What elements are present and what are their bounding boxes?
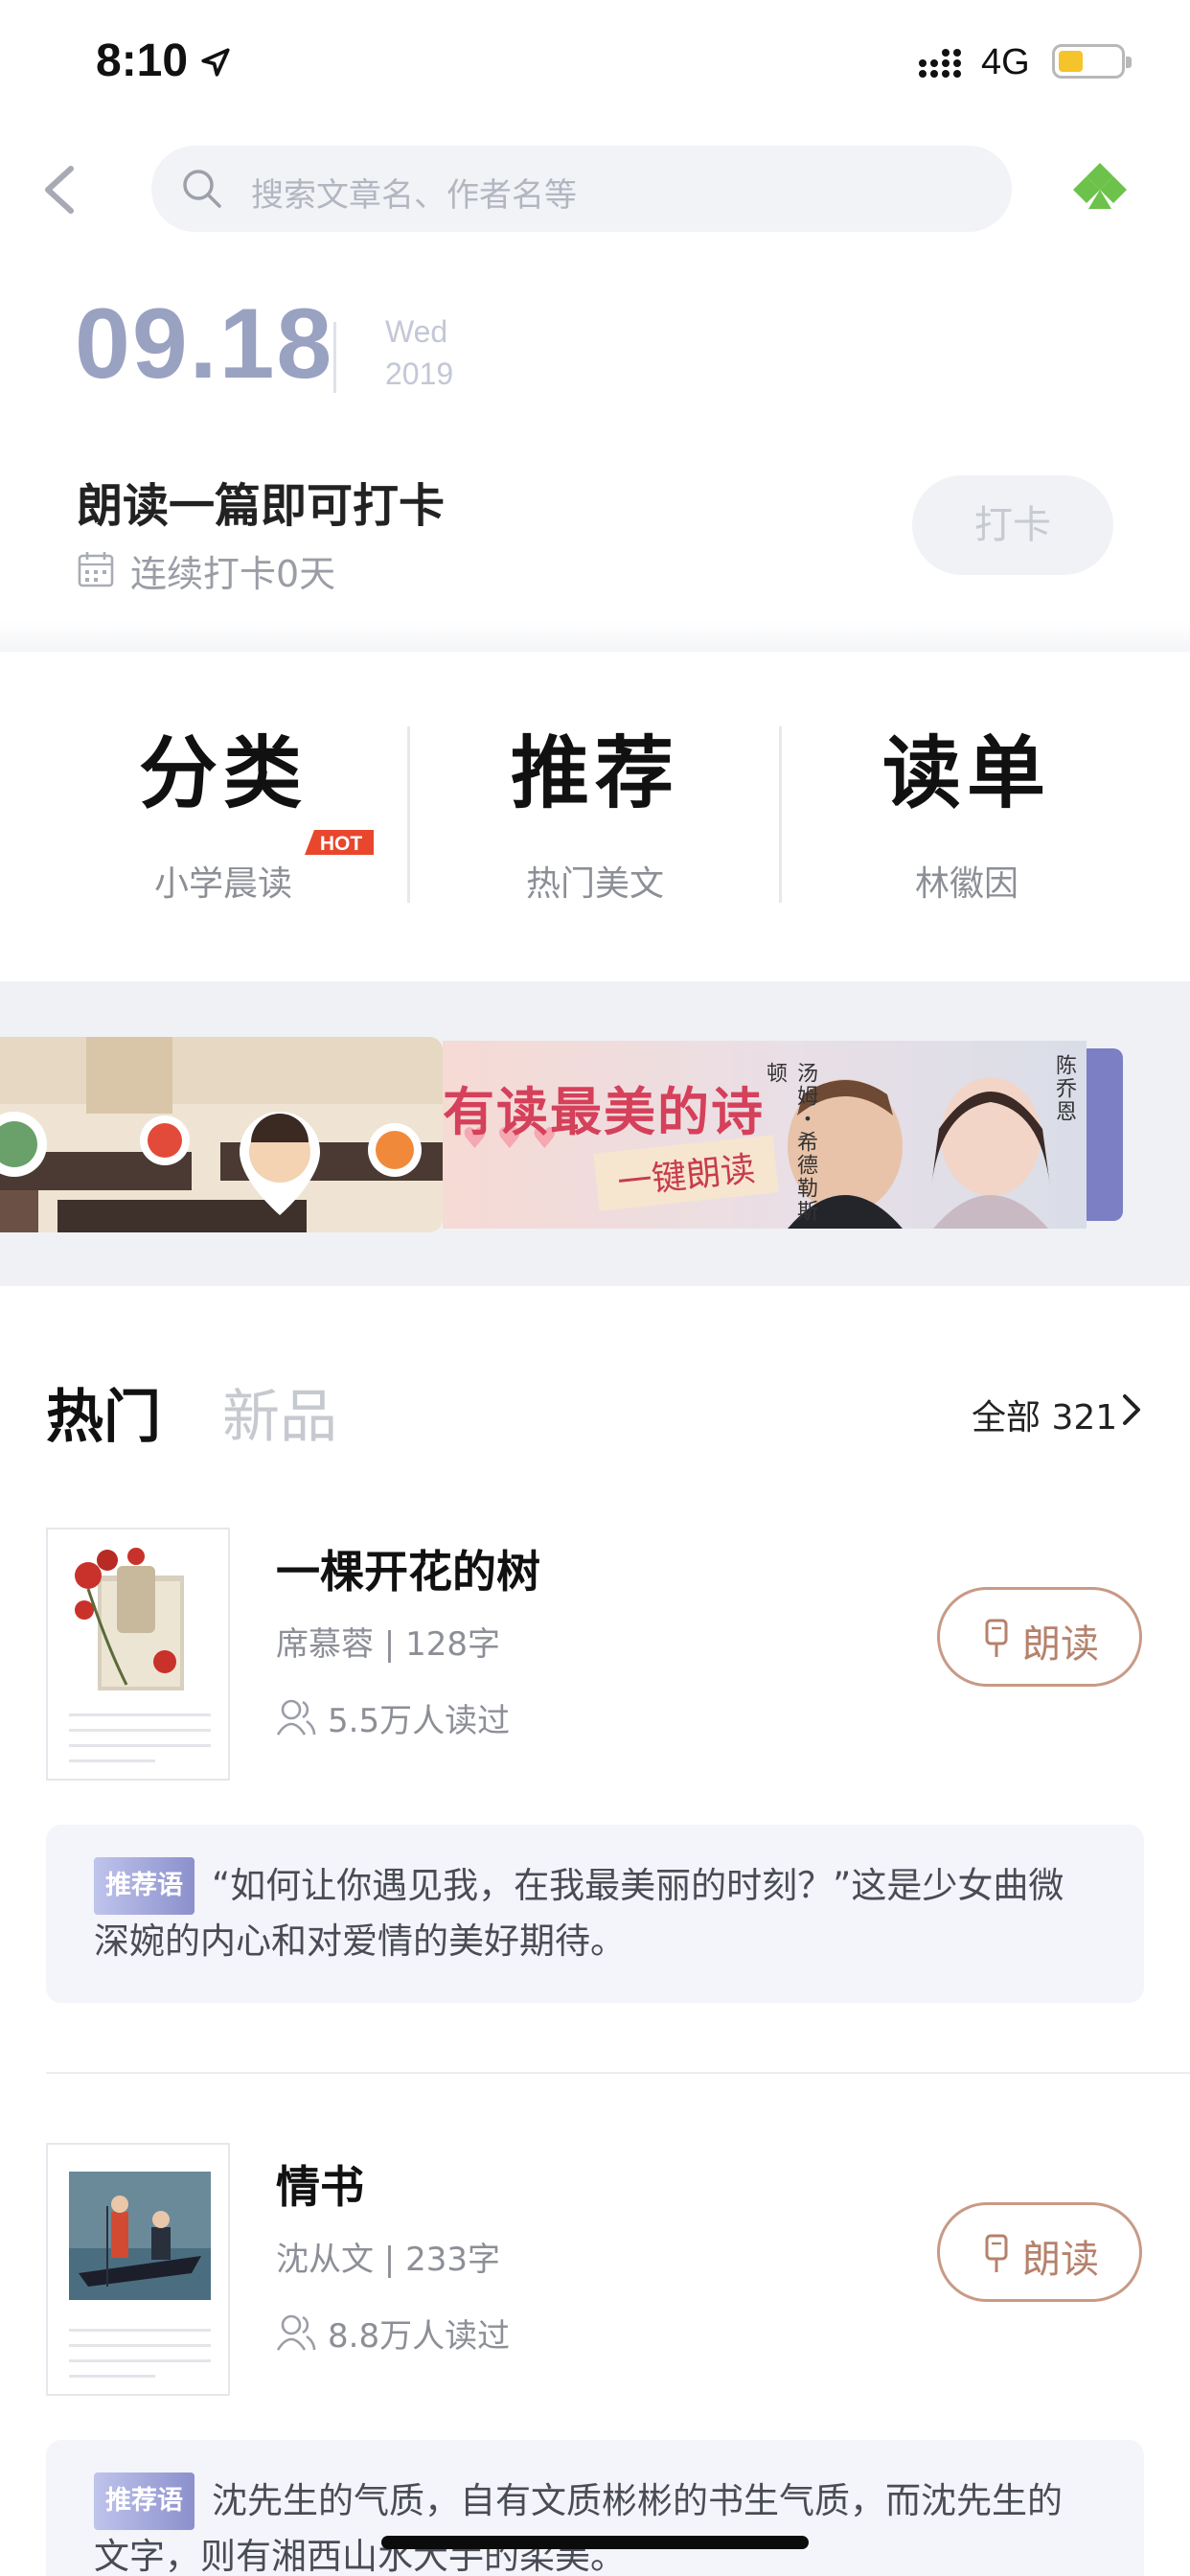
read-aloud-label: 朗读 (1022, 1622, 1099, 1667)
category-subtitle: 林徽因 (914, 864, 1018, 904)
tab-hot[interactable]: 热门 (46, 1370, 161, 1454)
search-icon (183, 170, 221, 208)
category-subtitle: 热门美文 (525, 864, 664, 904)
recommendation-body: 沈先生的气质，自有文质彬彬的书生气质，而沈先生的文字，则有湘西山水大手的柔美。 (94, 2480, 1063, 2576)
recommendation-box: 推荐语 “如何让你遇见我，在我最美丽的时刻？”这是少女曲微深婉的内心和对爱情的美好… (46, 1825, 1144, 2003)
status-bar: 8:10 4G (0, 0, 1190, 126)
view-all-link[interactable]: 全部 321 (972, 1390, 1117, 1439)
date-divider (333, 322, 336, 393)
read-aloud-label: 朗读 (1022, 2238, 1099, 2282)
date-day: 09.18 (75, 288, 334, 400)
article-title[interactable]: 一棵开花的树 (276, 1537, 540, 1600)
article-cover (46, 1528, 230, 1781)
category-subtitle: 小学晨读 (153, 864, 292, 904)
banner-cast-1: 汤姆・希德勒斯顿 (763, 1062, 817, 1223)
date-year: 2019 (385, 356, 454, 391)
clover-icon[interactable] (1064, 153, 1136, 226)
category-title: 分类 (138, 727, 308, 819)
recommendation-text: 推荐语 “如何让你遇见我，在我最美丽的时刻？”这是少女曲微深婉的内心和对爱情的美好… (94, 1857, 1096, 1968)
banner-cast-2: 陈乔恩 (1052, 1054, 1076, 1123)
checkin-streak: 连续打卡0天 (130, 553, 336, 595)
list-divider (46, 2072, 1190, 2074)
classroom-illustration (0, 1037, 443, 1232)
hot-badge-text: HOT (320, 833, 363, 855)
recommendation-body: “如何让你遇见我，在我最美丽的时刻？”这是少女曲微深婉的内心和对爱情的美好期待。 (94, 1865, 1064, 1962)
category-classify[interactable]: 分类 小学晨读 (38, 709, 408, 906)
recommendation-box: 推荐语 沈先生的气质，自有文质彬彬的书生气质，而沈先生的文字，则有湘西山水大手的柔… (46, 2440, 1144, 2576)
battery-level (1059, 51, 1083, 72)
read-aloud-button[interactable]: 朗读 (937, 1587, 1142, 1687)
home-indicator (381, 2536, 809, 2549)
read-aloud-button[interactable]: 朗读 (937, 2202, 1142, 2302)
checkin-button[interactable]: 打卡 (912, 475, 1113, 575)
status-time: 8:10 (96, 35, 189, 86)
tab-new[interactable]: 新品 (222, 1370, 337, 1454)
date-weekday: Wed (385, 314, 448, 349)
network-type: 4G (981, 42, 1030, 82)
microphone-icon (985, 1619, 1008, 1657)
calendar-icon (78, 552, 114, 587)
article-meta: 沈从文 | 233字 (276, 2241, 500, 2279)
category-title: 推荐 (510, 727, 679, 819)
microphone-icon (985, 2234, 1008, 2272)
article-title[interactable]: 情书 (276, 2152, 364, 2216)
chevron-right-icon[interactable] (1119, 1392, 1144, 1428)
back-chevron-icon[interactable] (38, 163, 80, 217)
article-reads: 8.8万人读过 (328, 2317, 511, 2356)
recommendation-tag: 推荐语 (94, 2472, 195, 2530)
banner-classroom[interactable] (0, 1037, 443, 1232)
location-arrow-icon (201, 48, 230, 77)
checkin-title: 朗读一篇即可打卡 (77, 479, 446, 533)
category-recommend[interactable]: 推荐 热门美文 (410, 709, 780, 906)
article-meta: 席慕蓉 | 128字 (276, 1625, 500, 1664)
signal-icon (919, 49, 961, 78)
category-title: 读单 (881, 727, 1051, 819)
article-cover (46, 2143, 230, 2396)
category-reading-list[interactable]: 读单 林徽因 (782, 709, 1152, 906)
banner-poetry[interactable]: ♥ ♥ ♥ 有读最美的诗 一键朗读 汤姆・希德勒斯顿 陈乔恩 (443, 1041, 1087, 1229)
search-placeholder: 搜索文章名、作者名等 (251, 176, 577, 215)
banner-next-peek[interactable] (1087, 1048, 1123, 1221)
banner-headline: 有读最美的诗 (443, 1082, 765, 1142)
article-reads: 5.5万人读过 (328, 1702, 511, 1740)
recommendation-text: 推荐语 沈先生的气质，自有文质彬彬的书生气质，而沈先生的文字，则有湘西山水大手的柔… (94, 2472, 1096, 2576)
cover-art (69, 2172, 211, 2300)
people-icon (276, 2314, 316, 2351)
search-input[interactable]: 搜索文章名、作者名等 (151, 146, 1012, 232)
battery-icon (1052, 44, 1132, 79)
cover-art (75, 1548, 184, 1690)
people-icon (276, 1699, 316, 1736)
recommendation-tag: 推荐语 (94, 1857, 195, 1915)
section-divider (0, 621, 1190, 652)
hot-badge: HOT (305, 830, 374, 855)
